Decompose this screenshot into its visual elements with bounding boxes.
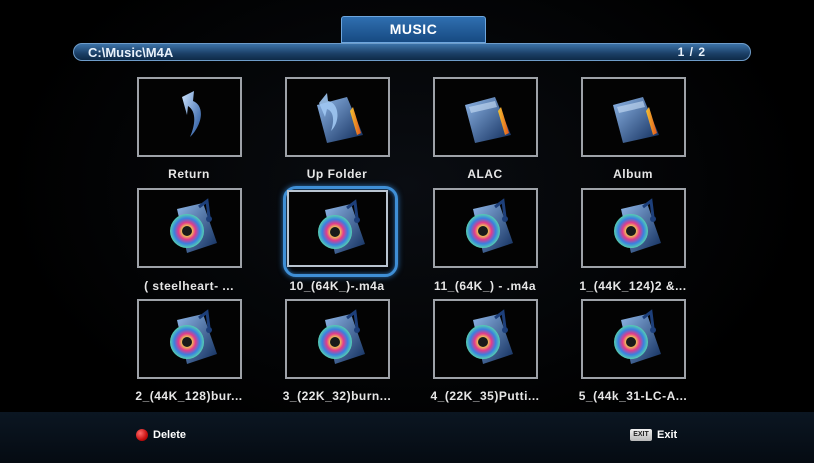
grid-item-return[interactable] (137, 77, 242, 157)
music-file-icon (465, 198, 513, 253)
grid-item-label: 2_(44K_128)bur... (135, 389, 243, 403)
grid-item-music-file[interactable] (285, 299, 390, 379)
up-folder-icon (316, 93, 363, 143)
screen-title: MUSIC (341, 16, 486, 43)
folder-icon (464, 97, 511, 143)
grid-item-label: Return (168, 167, 210, 181)
music-file-icon (317, 309, 365, 364)
music-file-icon (169, 309, 217, 364)
music-file-icon (465, 309, 513, 364)
grid-item-music-file[interactable] (581, 188, 686, 268)
grid-item-label: 4_(22K_35)Putti... (430, 389, 540, 403)
red-button-icon (136, 429, 148, 441)
grid-item-music-file[interactable] (137, 299, 242, 379)
music-file-icon (613, 198, 661, 253)
grid-item-music-file[interactable] (433, 188, 538, 268)
page-indicator: 1 / 2 (677, 45, 706, 59)
delete-label: Delete (153, 429, 187, 441)
footer-bar (0, 412, 814, 463)
path-bar: C:\Music\M4A 1 / 2 (73, 43, 751, 61)
exit-key-icon: EXIT (630, 429, 652, 441)
grid-item-music-file[interactable] (137, 188, 242, 268)
delete-button[interactable]: Delete (136, 427, 186, 443)
music-file-icon (169, 198, 217, 253)
grid-item-music-file[interactable] (287, 190, 388, 267)
current-path: C:\Music\M4A (88, 45, 174, 60)
return-arrow-icon (181, 91, 201, 137)
grid-item-label: 1_(44K_124)2 &... (579, 279, 687, 293)
grid-item-label: Album (613, 167, 653, 181)
grid-item-label: Up Folder (306, 167, 368, 181)
grid-item-label: ALAC (467, 167, 503, 181)
exit-label: Exit (657, 429, 678, 441)
grid-item-up-folder[interactable] (285, 77, 390, 157)
exit-button[interactable]: EXIT Exit (630, 427, 677, 443)
grid-item-label: 11_(64K_) - .m4a (433, 279, 537, 293)
folder-icon (612, 97, 659, 143)
grid-item-music-file[interactable] (433, 299, 538, 379)
grid-item-label: 3_(22K_32)burn... (282, 389, 392, 403)
music-file-icon (317, 198, 365, 254)
grid-item-folder-alac[interactable] (433, 77, 538, 157)
grid-item-music-file[interactable] (581, 299, 686, 379)
grid-item-label: 10_(64K_)-.m4a (289, 279, 385, 293)
grid-item-folder-album[interactable] (581, 77, 686, 157)
grid-item-label: 5_(44k_31-LC-A... (578, 389, 688, 403)
music-file-icon (613, 309, 661, 364)
media-browser-screen: MUSIC C:\Music\M4A 1 / 2 Return Up Folde… (0, 0, 814, 463)
grid-item-label: ( steelheart- ... (144, 279, 234, 293)
